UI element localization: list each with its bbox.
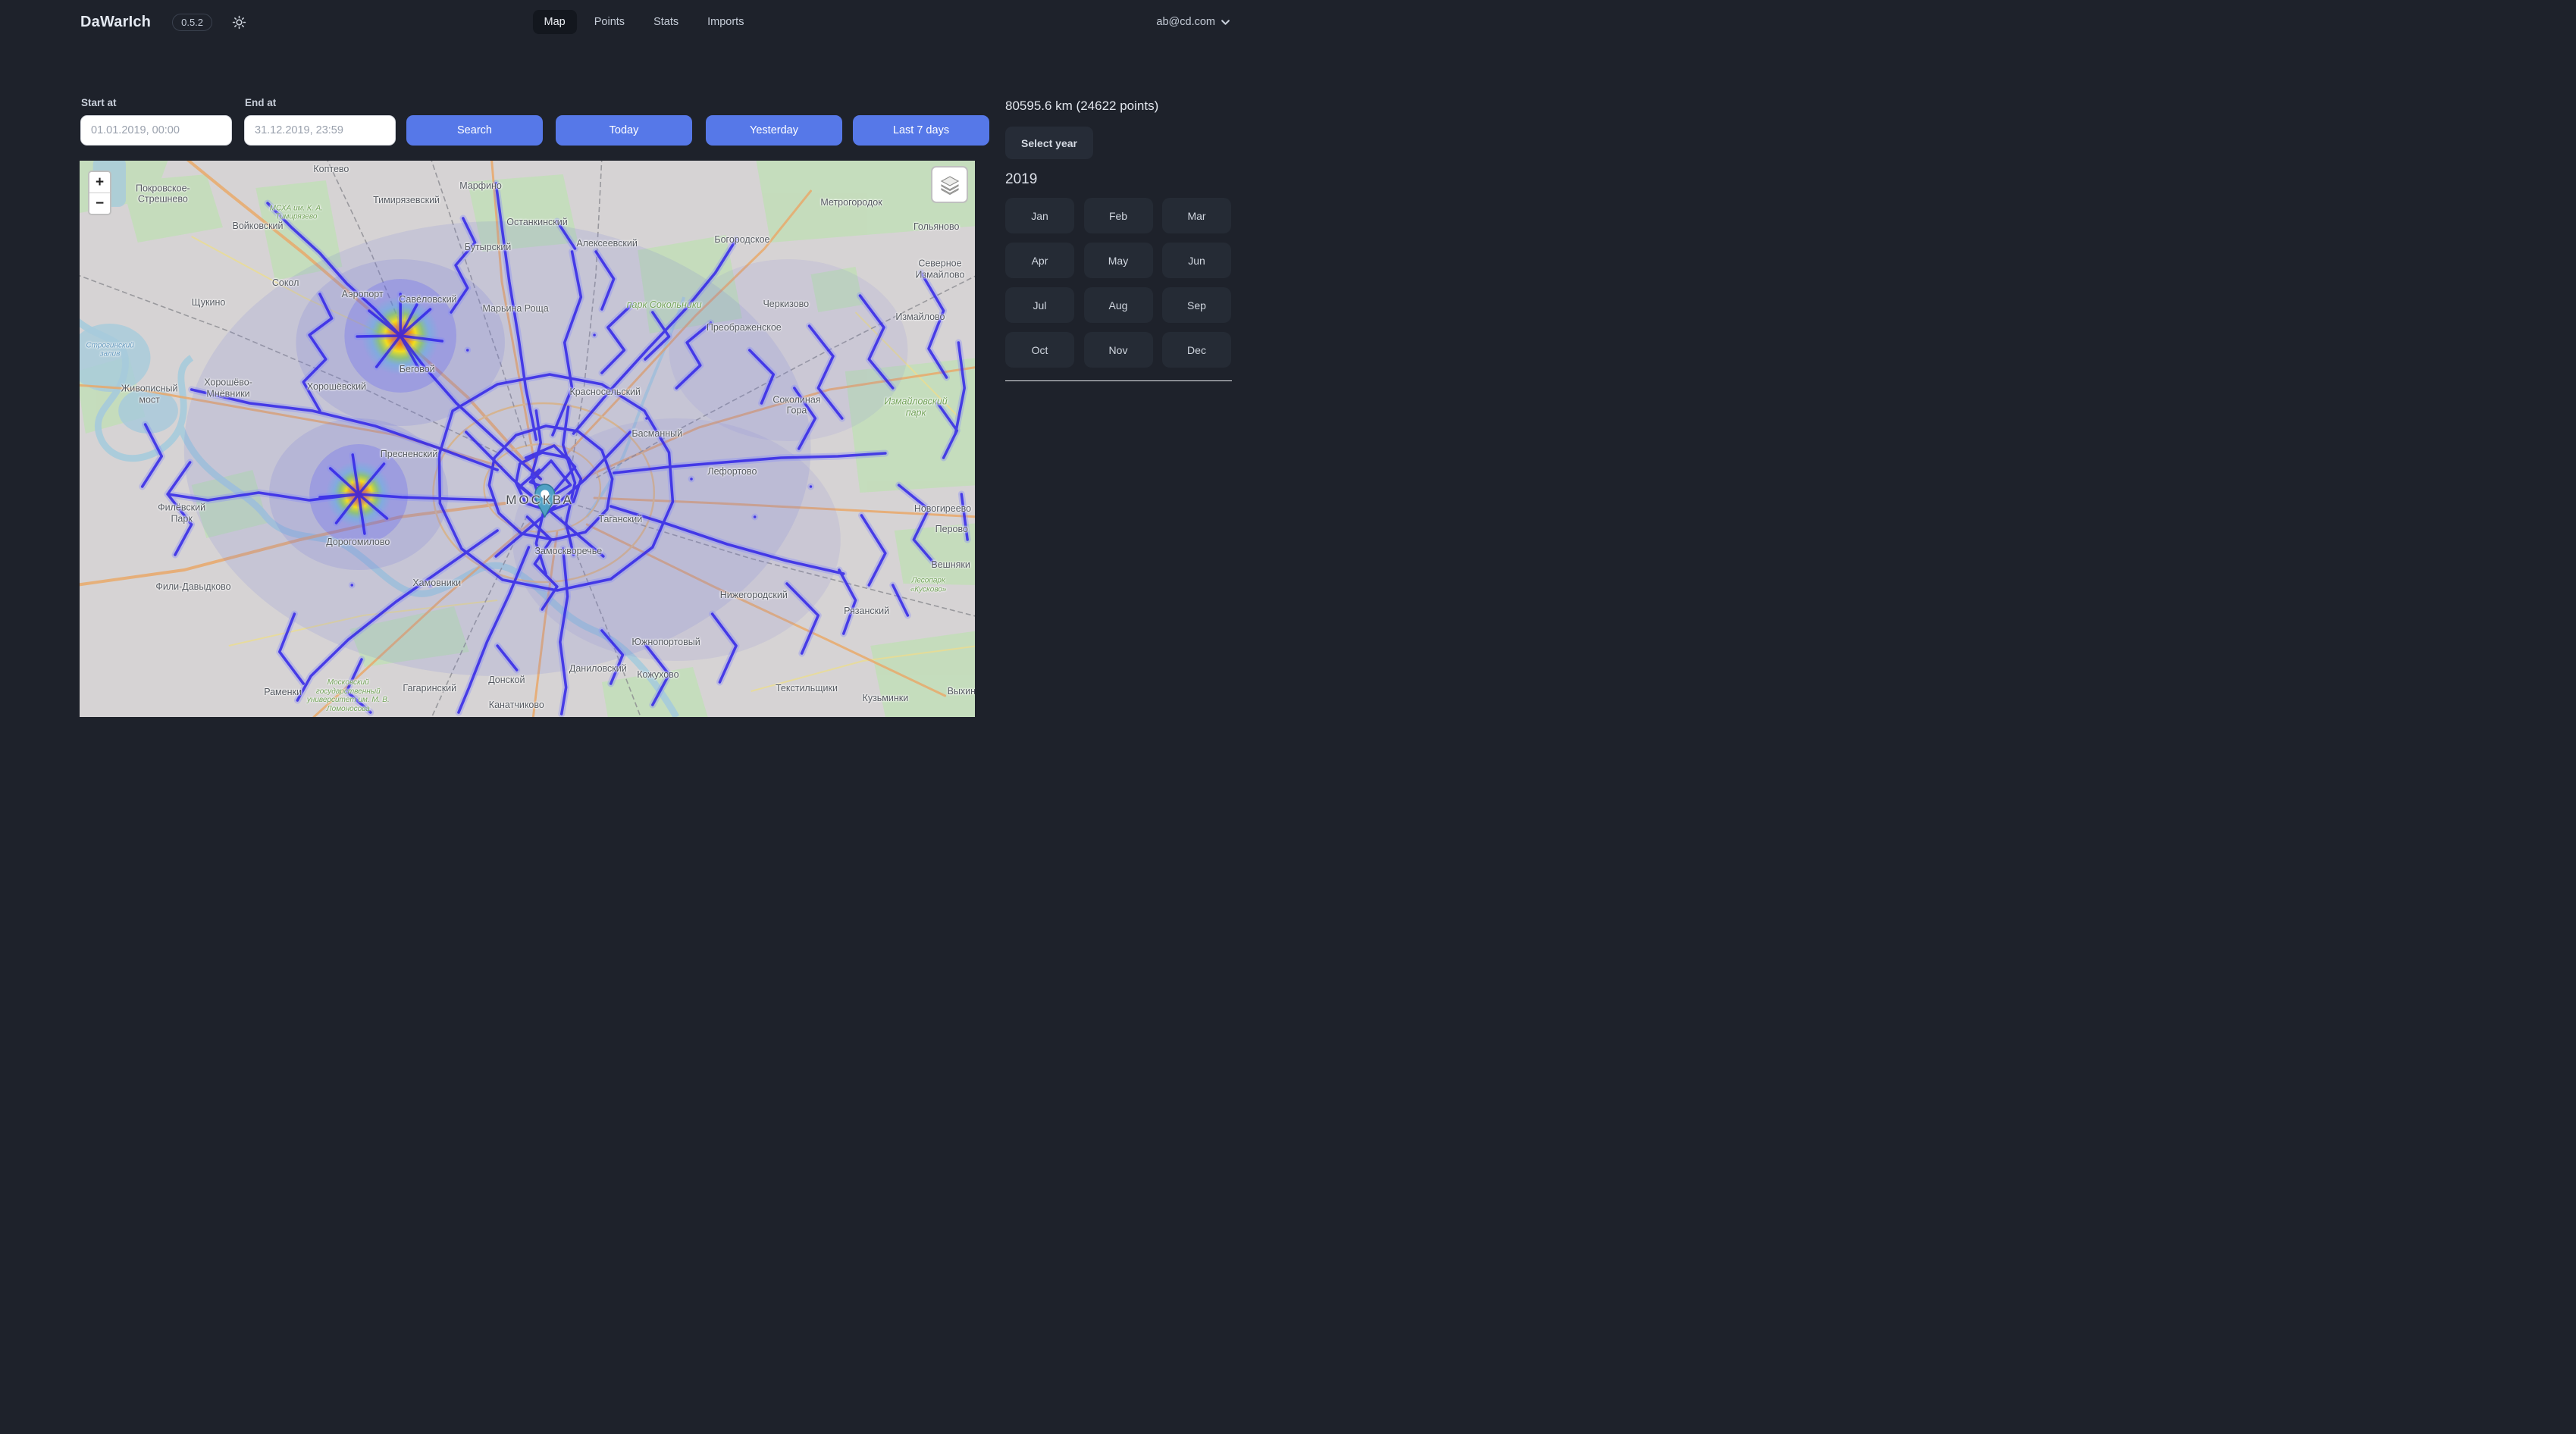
select-year-button[interactable]: Select year [1005, 127, 1093, 159]
yesterday-button[interactable]: Yesterday [706, 115, 842, 146]
sidebar-divider [1005, 380, 1232, 381]
zoom-control: + − [88, 171, 111, 215]
tab-points[interactable]: Points [583, 10, 636, 34]
month-button-jan[interactable]: Jan [1005, 198, 1074, 233]
layers-control[interactable] [931, 166, 968, 203]
map-tiles [80, 161, 975, 717]
end-at-input[interactable] [244, 115, 396, 146]
app-window: DaWarIch 0.5.2 Map Points Stats Imports … [0, 0, 1288, 717]
month-button-dec[interactable]: Dec [1162, 332, 1231, 368]
theme-toggle[interactable] [232, 15, 246, 30]
month-button-feb[interactable]: Feb [1084, 198, 1153, 233]
layers-icon [939, 174, 961, 196]
start-at-input[interactable] [80, 115, 232, 146]
distance-stats: 80595.6 km (24622 points) [1005, 99, 1233, 114]
month-button-nov[interactable]: Nov [1084, 332, 1153, 368]
today-button[interactable]: Today [556, 115, 692, 146]
month-button-oct[interactable]: Oct [1005, 332, 1074, 368]
map-canvas[interactable]: Покровское-Стрешнево Коптево Тимирязевск… [80, 161, 975, 717]
account-email: ab@cd.com [1156, 16, 1215, 28]
month-button-may[interactable]: May [1084, 243, 1153, 278]
account-menu[interactable]: ab@cd.com [1156, 16, 1230, 28]
header: DaWarIch 0.5.2 Map Points Stats Imports … [0, 0, 1288, 44]
sidebar: 80595.6 km (24622 points) Select year 20… [1005, 99, 1233, 381]
month-button-sep[interactable]: Sep [1162, 287, 1231, 323]
month-button-apr[interactable]: Apr [1005, 243, 1074, 278]
search-button[interactable]: Search [406, 115, 543, 146]
year-label: 2019 [1005, 171, 1233, 188]
tab-imports[interactable]: Imports [696, 10, 755, 34]
tab-stats[interactable]: Stats [642, 10, 690, 34]
last-7-days-button[interactable]: Last 7 days [853, 115, 989, 146]
start-at-label: Start at [81, 97, 117, 108]
end-at-label: End at [245, 97, 276, 108]
tab-map[interactable]: Map [533, 10, 577, 34]
app-logo[interactable]: DaWarIch [80, 14, 151, 31]
month-button-mar[interactable]: Mar [1162, 198, 1231, 233]
month-grid: Jan Feb Mar Apr May Jun Jul Aug Sep Oct … [1005, 198, 1233, 368]
month-button-jun[interactable]: Jun [1162, 243, 1231, 278]
version-badge: 0.5.2 [172, 14, 212, 31]
sun-icon [232, 15, 246, 30]
month-button-jul[interactable]: Jul [1005, 287, 1074, 323]
month-button-aug[interactable]: Aug [1084, 287, 1153, 323]
main-nav: Map Points Stats Imports [533, 10, 756, 34]
zoom-in-button[interactable]: + [89, 172, 110, 193]
chevron-down-icon [1221, 17, 1230, 27]
zoom-out-button[interactable]: − [89, 193, 110, 214]
